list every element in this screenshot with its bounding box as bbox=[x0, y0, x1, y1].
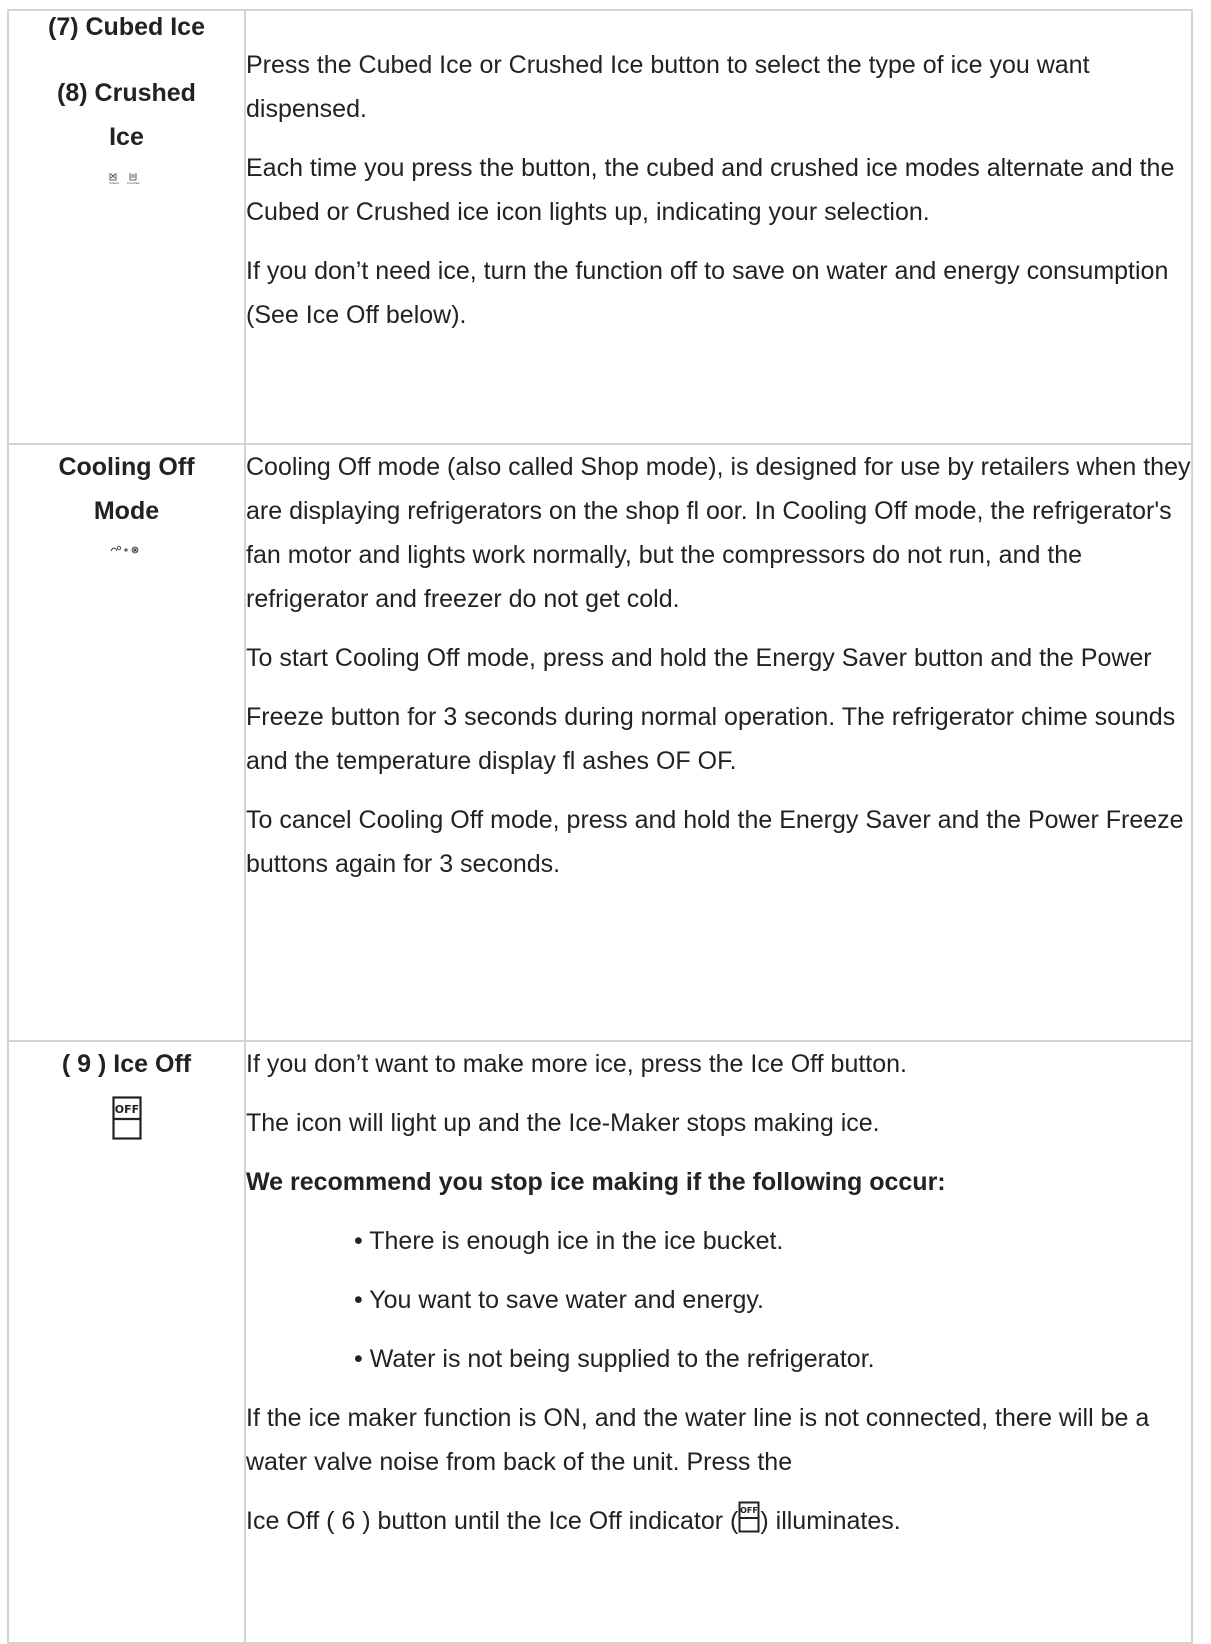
svg-text:Cubed: Cubed bbox=[109, 181, 119, 185]
description-paragraph: Each time you press the button, the cube… bbox=[246, 154, 1175, 226]
description-paragraph: If you don’t need ice, turn the function… bbox=[246, 257, 1169, 329]
description-paragraph: If you don’t want to make more ice, pres… bbox=[246, 1050, 907, 1078]
feature-label-cell: (7) Cubed Ice (8) Crushed Ice Cubed Crus… bbox=[7, 9, 246, 445]
description-paragraph: To start Cooling Off mode, press and hol… bbox=[246, 644, 1152, 672]
final-text-after: ) illuminates. bbox=[760, 1507, 901, 1535]
feature-label-cell: ( 9 ) Ice Off OFF bbox=[7, 1040, 246, 1644]
svg-text:OFF: OFF bbox=[741, 1506, 759, 1515]
ice-off-indicator-icon: OFF bbox=[738, 1501, 760, 1547]
feature-label-cell: Cooling Off Mode bbox=[7, 443, 246, 1042]
description-paragraph: To cancel Cooling Off mode, press and ho… bbox=[246, 806, 1184, 878]
feature-table: (7) Cubed Ice (8) Crushed Ice Cubed Crus… bbox=[7, 9, 1193, 1644]
final-instruction: Ice Off ( 6 ) button until the Ice Off i… bbox=[246, 1499, 1191, 1547]
ice-off-icon: OFF bbox=[9, 1096, 244, 1145]
feature-label: Mode bbox=[93, 497, 160, 525]
final-text-before: Ice Off ( 6 ) button until the Ice Off i… bbox=[246, 1507, 739, 1535]
feature-description-cell: Press the Cubed Ice or Crushed Ice butto… bbox=[244, 9, 1193, 445]
feature-label: (7) Cubed Ice bbox=[48, 13, 205, 41]
svg-text:OFF: OFF bbox=[114, 1103, 138, 1116]
table-row: ( 9 ) Ice Off OFF If you don’t want to m… bbox=[7, 1040, 1193, 1644]
bullet-item: • Water is not being supplied to the ref… bbox=[354, 1345, 875, 1373]
description-paragraph: The icon will light up and the Ice-Maker… bbox=[246, 1109, 880, 1137]
description-paragraph: Freeze button for 3 seconds during norma… bbox=[246, 703, 1176, 775]
feature-description-cell: Cooling Off mode (also called Shop mode)… bbox=[244, 443, 1193, 1042]
table-row: (7) Cubed Ice (8) Crushed Ice Cubed Crus… bbox=[7, 9, 1193, 445]
bullet-item: • You want to save water and energy. bbox=[354, 1286, 764, 1314]
feature-description-cell: If you don’t want to make more ice, pres… bbox=[244, 1040, 1193, 1644]
description-paragraph: If the ice maker function is ON, and the… bbox=[246, 1404, 1150, 1476]
table-row: Cooling Off Mode Cooling Off mode (also … bbox=[7, 443, 1193, 1042]
cubed-crushed-icon: Cubed Crushed bbox=[9, 171, 244, 190]
description-paragraph: Cooling Off mode (also called Shop mode)… bbox=[246, 453, 1191, 613]
bullet-item: • There is enough ice in the ice bucket. bbox=[354, 1227, 784, 1255]
feature-label: ( 9 ) Ice Off bbox=[61, 1050, 192, 1078]
feature-label: Ice bbox=[109, 123, 144, 151]
recommend-heading: We recommend you stop ice making if the … bbox=[246, 1168, 946, 1196]
feature-label: Cooling Off bbox=[58, 453, 195, 481]
description-paragraph: Press the Cubed Ice or Crushed Ice butto… bbox=[246, 51, 1090, 123]
feature-label: (8) Crushed bbox=[57, 79, 196, 107]
energy-saver-plus-power-freeze-icon bbox=[9, 543, 244, 562]
svg-text:Crushed: Crushed bbox=[127, 181, 140, 185]
